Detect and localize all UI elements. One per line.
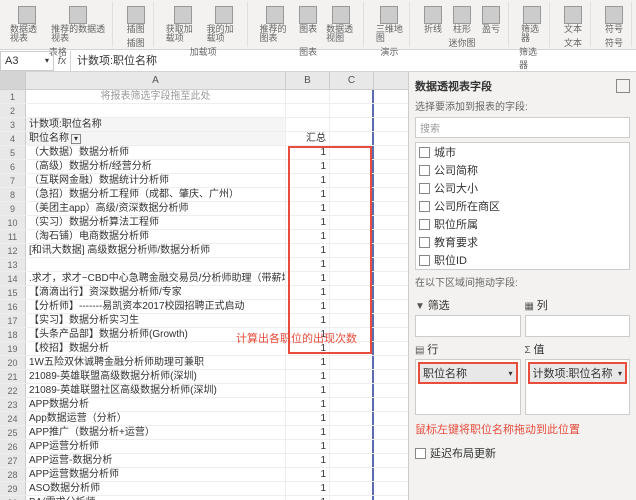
field-item[interactable]: 城市 [416,143,629,161]
defer-update[interactable]: 延迟布局更新 [415,445,630,461]
col-header-a[interactable]: A [26,72,286,89]
checkbox-icon[interactable] [419,255,430,266]
rows-label: ▤ 行 [415,341,521,357]
ribbon-btn[interactable]: 插图 [123,4,149,36]
value-field-tag[interactable]: 计数项:职位名称▾ [528,362,628,384]
cols-label: ▦ 列 [525,297,631,313]
filter-icon[interactable]: ▾ [71,134,81,144]
field-item[interactable]: 教育要求 [416,233,629,251]
cols-area[interactable] [525,315,631,337]
formula-bar: A3▾ fx 计数项:职位名称 [0,50,636,72]
table-row[interactable]: 8（急招）数据分析工程师（成都、肇庆、广州）1 [0,188,408,202]
table-row[interactable]: 6（高级）数据分析/经营分析1 [0,160,408,174]
ribbon-btn[interactable]: 推荐的图表 [258,4,293,45]
ribbon-btn[interactable]: 筛选器 [519,4,545,45]
name-box[interactable]: A3▾ [0,51,54,71]
checkbox-icon[interactable] [419,147,430,158]
ribbon-btn[interactable]: 柱形 [449,4,475,36]
table-row[interactable]: 12[和讯大数据] 高级数据分析师/数据分析师1 [0,244,408,258]
table-row[interactable]: 15【滴滴出行】资深数据分析师/专家1 [0,286,408,300]
ribbon: 数据透视表推荐的数据透视表表格插图插图获取加载项我的加载项加载项推荐的图表图表数… [0,0,636,50]
table-row[interactable]: 27APP运营-数据分析1 [0,454,408,468]
pivot-field-panel: 数据透视表字段 选择要添加到报表的字段: 搜索 城市公司简称公司大小公司所在商区… [408,72,636,500]
table-row[interactable]: 30BA(需求分析师1 [0,496,408,500]
table-row[interactable]: 17【实习】数据分析实习生1 [0,314,408,328]
table-row[interactable]: 7（互联网金融）数据统计分析师1 [0,174,408,188]
ribbon-btn[interactable]: 推荐的数据透视表 [49,4,108,45]
table-row[interactable]: 24App数据运营（分析）1 [0,412,408,426]
ribbon-btn[interactable]: 盈亏 [478,4,504,36]
ribbon-btn[interactable]: 折线 [420,4,446,36]
table-row[interactable]: 10（实习）数据分析算法工程师1 [0,216,408,230]
search-input[interactable]: 搜索 [415,117,630,138]
filter-area[interactable] [415,315,521,337]
filter-label: ▼ 筛选 [415,297,521,313]
table-row[interactable]: 131 [0,258,408,272]
checkbox-icon[interactable] [419,201,430,212]
checkbox-icon[interactable] [419,165,430,176]
select-all[interactable] [0,72,26,89]
table-row[interactable]: 23APP数据分析1 [0,398,408,412]
ribbon-btn[interactable]: 文本 [560,4,586,36]
field-list[interactable]: 城市公司简称公司大小公司所在商区职位所属教育要求职位ID职位福利职位名称▾数据分… [415,142,630,270]
field-item[interactable]: 职位所属 [416,215,629,233]
gear-icon[interactable] [616,79,630,93]
column-headers: A B C [0,72,408,90]
table-row[interactable]: 2221089-英雄联盟社区高级数据分析师(深圳)1 [0,384,408,398]
field-item[interactable]: 职位ID [416,251,629,269]
ribbon-btn[interactable]: 数据透视图 [324,4,359,45]
col-header-c[interactable]: C [330,72,374,89]
table-row[interactable]: 14.求才，求才~CBD中心急聘金融交易员/分析师助理（带薪培训）1 [0,272,408,286]
table-row[interactable]: 2 [0,104,408,118]
row-field-tag[interactable]: 职位名称▾ [418,362,518,384]
table-row[interactable]: 2121089-英雄联盟高级数据分析师(深圳)1 [0,370,408,384]
chevron-down-icon: ▾ [45,56,49,65]
rows-area[interactable]: 职位名称▾ [415,359,521,415]
table-row[interactable]: 11（淘石铺）电商数据分析师1 [0,230,408,244]
field-item[interactable]: 职位福利 [416,269,629,270]
table-row[interactable]: 4职位名称▾汇总 [0,132,408,146]
annotation-text: 计算出各职位的出现次数 [236,330,357,346]
table-row[interactable]: 28APP运营数据分析师1 [0,468,408,482]
values-area[interactable]: 计数项:职位名称▾ [525,359,631,415]
field-item[interactable]: 公司所在商区 [416,197,629,215]
values-label: Σ 值 [525,341,631,357]
ribbon-btn[interactable]: 数据透视表 [8,4,46,45]
table-row[interactable]: 16【分析师】-------易凯资本2017校园招聘正式启动1 [0,300,408,314]
fx-icon[interactable]: fx [54,55,70,67]
drag-subtitle: 在以下区域间拖动字段: [415,274,630,289]
field-item[interactable]: 公司大小 [416,179,629,197]
ribbon-btn[interactable]: 符号 [601,4,627,36]
annotation-text-2: 鼠标左键将职位名称拖动到此位置 [415,421,630,437]
ribbon-btn[interactable]: 获取加载项 [164,4,202,45]
ribbon-btn[interactable]: 我的加载项 [205,4,243,45]
col-header-b[interactable]: B [286,72,330,89]
table-row[interactable]: 9（美团主app）高级/资深数据分析师1 [0,202,408,216]
table-row[interactable]: 3计数项:职位名称 [0,118,408,132]
table-row[interactable]: 5（大数据）数据分析师1 [0,146,408,160]
formula-input[interactable]: 计数项:职位名称 [70,51,636,71]
ribbon-btn[interactable]: 图表 [295,4,321,45]
table-row[interactable]: 1将报表筛选字段拖至此处 [0,90,408,104]
panel-title: 数据透视表字段 [415,78,630,94]
worksheet[interactable]: A B C 1将报表筛选字段拖至此处23计数项:职位名称4职位名称▾汇总5（大数… [0,72,408,500]
checkbox-icon[interactable] [419,219,430,230]
table-row[interactable]: 29ASO数据分析师1 [0,482,408,496]
field-item[interactable]: 公司简称 [416,161,629,179]
table-row[interactable]: 201W五险双休诚聘金融分析师助理可兼职1 [0,356,408,370]
table-row[interactable]: 25APP推广（数据分析+运营）1 [0,426,408,440]
panel-subtitle: 选择要添加到报表的字段: [415,98,630,113]
ribbon-btn[interactable]: 三维地图 [374,4,405,45]
checkbox-icon[interactable] [419,183,430,194]
table-row[interactable]: 26APP运营分析师1 [0,440,408,454]
checkbox-icon[interactable] [419,237,430,248]
